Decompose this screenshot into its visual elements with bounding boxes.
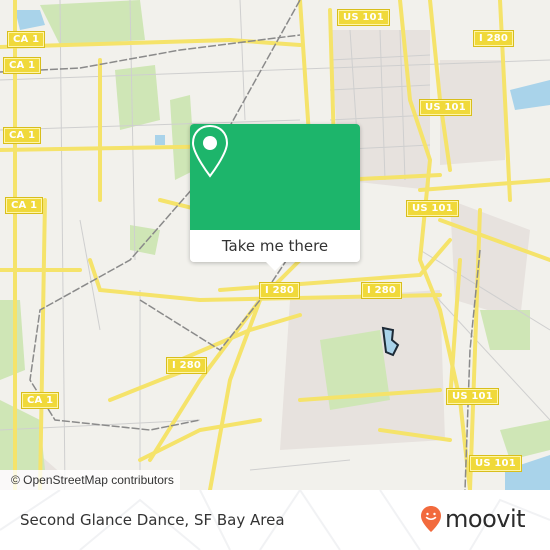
highway-shield-us101: US 101 (337, 9, 390, 26)
take-me-there-label: Take me there (221, 237, 329, 255)
map[interactable]: CA 1 CA 1 CA 1 CA 1 CA 1 US 101 US 101 U… (0, 0, 550, 490)
page: CA 1 CA 1 CA 1 CA 1 CA 1 US 101 US 101 U… (0, 0, 550, 550)
highway-shield-us101: US 101 (446, 388, 499, 405)
highway-shield-us101: US 101 (406, 200, 459, 217)
highway-shield-ca1: CA 1 (20, 392, 60, 409)
popup-pointer (265, 261, 285, 271)
moovit-wordmark: moovit (445, 505, 526, 533)
footer-bar: Second Glance Dance, SF Bay Area moovit (0, 490, 550, 550)
highway-shield-ca1: CA 1 (6, 31, 46, 48)
highway-shield-i280: I 280 (360, 282, 403, 299)
map-pin-icon (191, 124, 229, 178)
highway-shield-i280: I 280 (165, 357, 208, 374)
highway-shield-ca1: CA 1 (2, 57, 42, 74)
highway-shield-i280: I 280 (258, 282, 301, 299)
highway-shield-us101: US 101 (419, 99, 472, 116)
highway-shield-us101: US 101 (469, 455, 522, 472)
popup-header[interactable] (190, 124, 360, 230)
location-popup[interactable]: Take me there (190, 124, 360, 271)
moovit-logo[interactable]: moovit (420, 504, 526, 534)
highway-shield-ca1: CA 1 (2, 127, 42, 144)
place-title: Second Glance Dance, SF Bay Area (20, 511, 285, 529)
moovit-smile-pin-icon (421, 506, 441, 532)
highway-shield-ca1: CA 1 (4, 197, 44, 214)
map-attribution[interactable]: © OpenStreetMap contributors (0, 470, 180, 490)
highway-shield-i280: I 280 (472, 30, 515, 47)
take-me-there-button[interactable]: Take me there (190, 230, 360, 262)
